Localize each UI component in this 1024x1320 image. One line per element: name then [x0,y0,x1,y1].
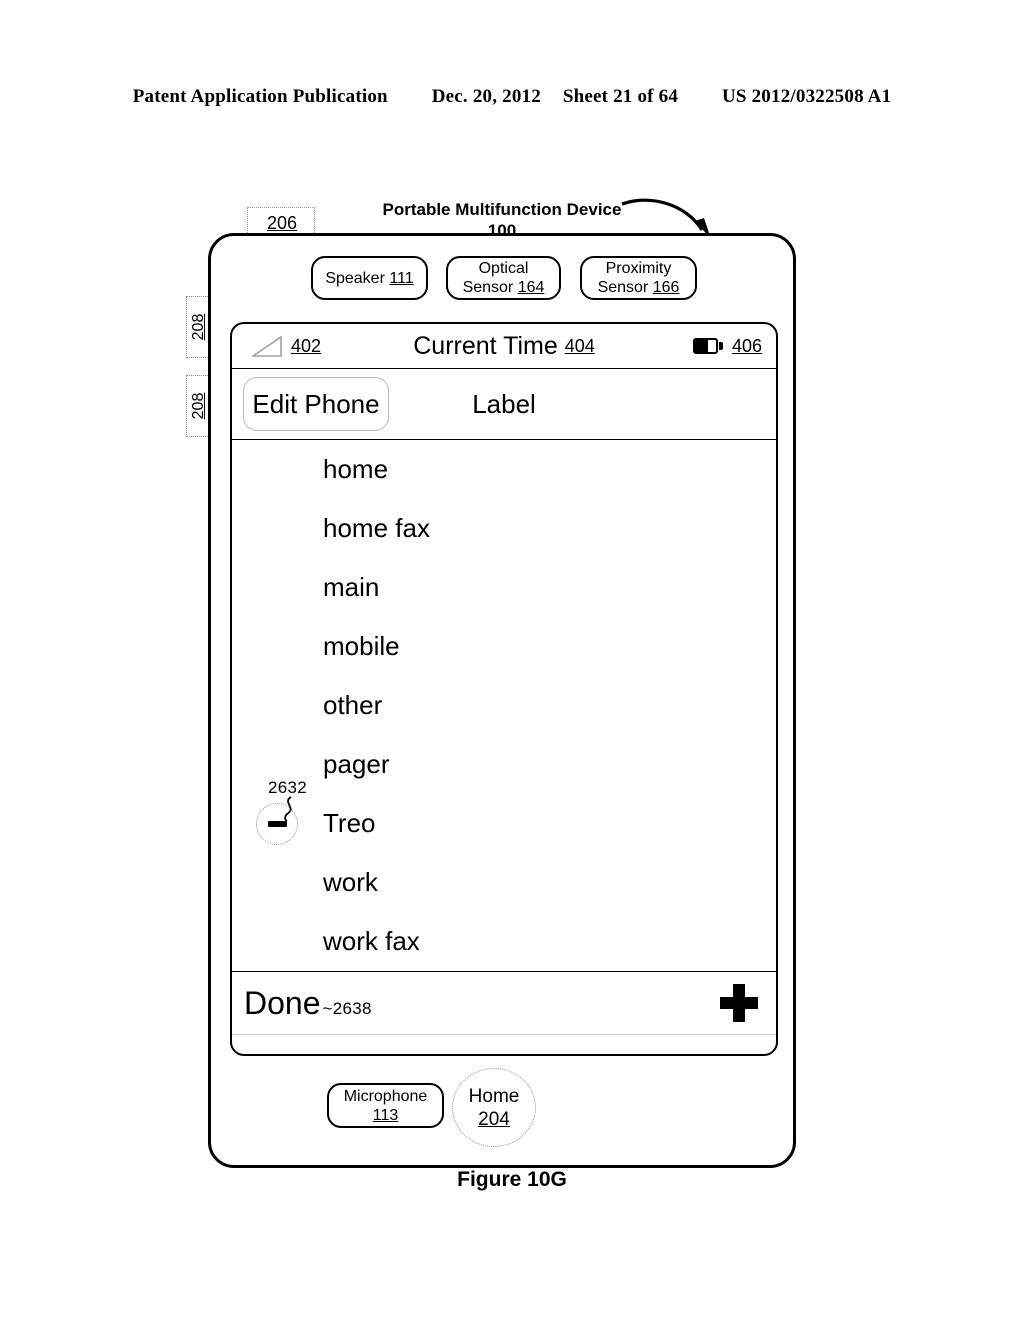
sheet-number: Sheet 21 of 64 [562,86,679,107]
list-item-label: Treo [323,808,376,838]
patent-page-header: Patent Application Publication Dec. 20, … [0,86,1024,108]
list-item[interactable]: home fax [232,499,776,558]
list-item[interactable]: mobile [232,617,776,676]
bottom-toolbar: Done ~2638 [232,972,776,1035]
publication-label: Patent Application Publication [132,86,388,107]
speaker-ref: 111 [389,269,414,287]
proximity-sensor-line2: Sensor [597,279,649,296]
bottom-blank-strip [232,1035,776,1054]
list-item-label: pager [323,749,390,779]
current-time-label: Current Time [413,331,558,360]
optical-sensor-component: Optical Sensor 164 [446,256,561,300]
home-button-label: Home [468,1085,520,1107]
side-button-ref-label-2: 208 [190,392,207,420]
optical-sensor-line1: Optical [478,260,529,277]
proximity-sensor-ref: 166 [652,279,680,296]
list-item-label: home [323,454,389,484]
page-title: Label [472,388,536,419]
microphone-component: Microphone 113 [327,1083,444,1128]
list-item-label: mobile [323,631,400,661]
plus-icon-vertical-bar [733,984,745,1022]
touch-screen-display: 402 Current Time 404 406 Edit Phone Labe… [230,322,778,1056]
proximity-sensor-component: Proximity Sensor 166 [580,256,697,300]
done-reference-number: ~2638 [322,998,372,1018]
list-item-label: other [323,690,383,720]
done-button-label: Done [244,984,321,1021]
status-bar-right: 406 [692,335,762,357]
optical-sensor-line2: Sensor [462,279,514,296]
proximity-sensor-line1: Proximity [605,260,672,277]
battery-body [692,338,718,354]
list-item-label: work [323,867,378,897]
publication-date: Dec. 20, 2012 [431,86,541,107]
list-item[interactable]: home [232,440,776,499]
optical-sensor-ref: 164 [517,279,545,296]
leader-squiggle-2632 [284,796,292,822]
battery-reference-number: 406 [731,335,762,356]
microphone-label: Microphone [343,1087,428,1105]
battery-cap [718,342,723,350]
label-list: home home fax main mobile other pager Tr… [232,440,776,972]
home-button[interactable]: Home 204 [452,1068,536,1147]
figure-caption: Figure 10G [457,1168,567,1191]
list-item[interactable]: work fax [232,912,776,971]
home-button-ref: 204 [478,1108,510,1130]
list-item[interactable]: work [232,853,776,912]
side-button-ref-label-1: 208 [190,313,207,341]
patent-number: US 2012/0322508 A1 [721,86,892,107]
list-item-treo[interactable]: Treo [232,794,776,853]
list-item[interactable]: other [232,676,776,735]
speaker-label: Speaker [325,269,385,287]
speaker-component: Speaker 111 [311,256,428,300]
microphone-ref: 113 [372,1106,399,1124]
navigation-bar: Edit Phone Label [232,369,776,440]
top-button-ref-label: 206 [266,213,298,233]
list-item[interactable]: main [232,558,776,617]
list-item-label: main [323,572,380,602]
battery-icon [692,338,723,354]
list-item-label: work fax [323,926,420,956]
add-label-button[interactable] [720,984,758,1022]
status-bar: 402 Current Time 404 406 [232,324,776,369]
time-reference-number: 404 [564,335,595,356]
done-button[interactable]: Done ~2638 [244,985,372,1022]
list-item[interactable]: pager [232,735,776,794]
delete-badge-callout-2632: 2632 [268,778,308,797]
list-item-label: home fax [323,513,430,543]
